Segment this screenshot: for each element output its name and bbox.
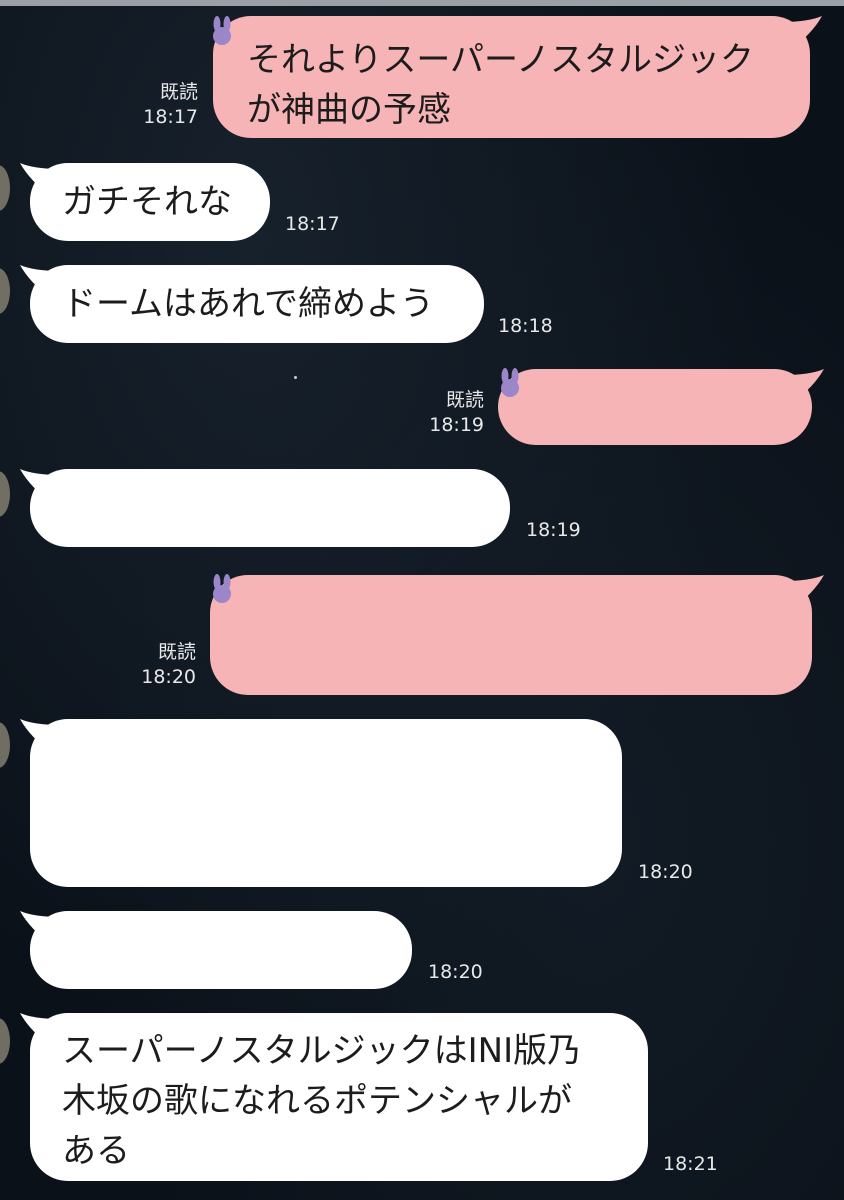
message-meta: 既読 18:19 [406, 388, 484, 438]
timestamp: 18:20 [428, 961, 483, 983]
received-message-bubble[interactable] [20, 719, 622, 887]
bubble-tail [20, 163, 60, 199]
bubble-tail [784, 575, 824, 611]
received-message-bubble[interactable]: ドームはあれで締めよう [20, 265, 484, 343]
bubble-tail [20, 911, 60, 947]
bunny-icon [208, 16, 236, 46]
timestamp: 18:19 [429, 414, 484, 436]
bubble-tail [20, 719, 60, 755]
read-receipt: 既読 [157, 641, 196, 663]
avatar[interactable] [0, 722, 10, 768]
received-message-bubble[interactable] [20, 469, 510, 547]
background-star [294, 376, 297, 379]
avatar[interactable] [0, 165, 10, 211]
bubble-tail [20, 1013, 60, 1049]
timestamp: 18:17 [285, 213, 340, 235]
top-border [0, 0, 844, 6]
message-text: ドームはあれで締めよう [62, 284, 434, 324]
timestamp: 18:17 [143, 106, 198, 128]
timestamp: 18:20 [141, 666, 196, 688]
message-text: ガチそれな [62, 182, 232, 222]
timestamp: 18:18 [498, 315, 553, 337]
sent-message-bubble[interactable] [210, 575, 824, 695]
timestamp: 18:21 [663, 1153, 718, 1175]
avatar[interactable] [0, 471, 10, 517]
avatar[interactable] [0, 268, 10, 314]
message-text: スーパーノスタルジックはINI版乃 木坂の歌になれるポテンシャルが ある [62, 1031, 582, 1171]
received-message-bubble[interactable]: スーパーノスタルジックはINI版乃 木坂の歌になれるポテンシャルが ある [20, 1013, 648, 1181]
timestamp: 18:20 [638, 861, 693, 883]
message-meta: 既読 18:17 [120, 80, 198, 130]
message-meta: 既読 18:20 [118, 640, 196, 690]
timestamp: 18:19 [526, 519, 581, 541]
sent-message-bubble[interactable] [498, 369, 824, 445]
read-receipt: 既読 [445, 389, 484, 411]
received-message-bubble[interactable] [20, 911, 412, 989]
read-receipt: 既読 [159, 81, 198, 103]
sent-message-bubble[interactable]: それよりスーパーノスタルジック が神曲の予感 [213, 16, 822, 138]
bunny-icon [208, 574, 236, 604]
received-message-bubble[interactable]: ガチそれな [20, 163, 270, 241]
bunny-icon [496, 368, 524, 398]
bubble-tail [784, 369, 824, 405]
avatar[interactable] [0, 1018, 10, 1064]
message-text: それよりスーパーノスタルジック が神曲の予感 [247, 40, 754, 130]
bubble-tail [20, 265, 60, 301]
bubble-tail [20, 469, 60, 505]
bubble-tail [782, 16, 822, 52]
